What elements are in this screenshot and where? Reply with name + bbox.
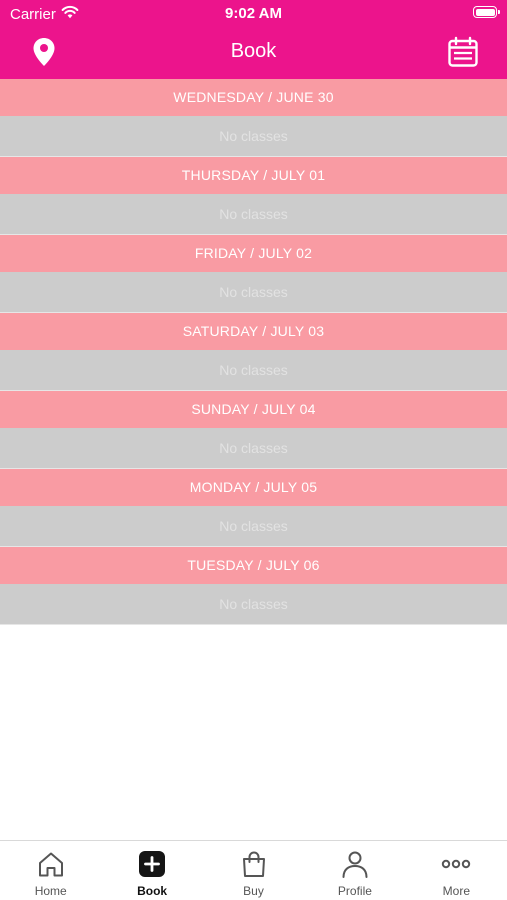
plus-square-icon: [137, 849, 167, 879]
shopping-bag-icon: [239, 849, 269, 879]
tab-label-home: Home: [34, 884, 67, 898]
day-header: FRIDAY / JULY 02: [0, 235, 507, 272]
tab-home[interactable]: Home: [0, 841, 101, 900]
tab-bar: Home Book Buy Profile More: [0, 840, 507, 900]
calendar-button[interactable]: [446, 36, 480, 73]
tab-more[interactable]: More: [406, 841, 507, 900]
day-header: TUESDAY / JULY 06: [0, 547, 507, 584]
calendar-icon: [447, 36, 479, 73]
day-header: MONDAY / JULY 05: [0, 469, 507, 506]
tab-book[interactable]: Book: [101, 841, 202, 900]
app-header: Carrier 9:02 AM Book: [0, 0, 507, 79]
day-header: THURSDAY / JULY 01: [0, 157, 507, 194]
day-header: WEDNESDAY / JUNE 30: [0, 79, 507, 116]
home-icon: [36, 849, 66, 879]
tab-profile[interactable]: Profile: [304, 841, 405, 900]
day-header: SATURDAY / JULY 03: [0, 313, 507, 350]
status-time: 9:02 AM: [225, 5, 282, 22]
no-classes-row: No classes: [0, 428, 507, 469]
nav-bar: Book: [0, 28, 507, 79]
no-classes-row: No classes: [0, 272, 507, 313]
user-icon: [340, 849, 370, 879]
tab-buy[interactable]: Buy: [203, 841, 304, 900]
tab-label-profile: Profile: [337, 884, 372, 898]
status-bar: Carrier 9:02 AM: [0, 0, 507, 28]
no-classes-row: No classes: [0, 584, 507, 625]
tab-label-book: Book: [137, 884, 168, 898]
day-header: SUNDAY / JULY 04: [0, 391, 507, 428]
no-classes-row: No classes: [0, 116, 507, 157]
tab-label-buy: Buy: [243, 884, 264, 898]
no-classes-row: No classes: [0, 506, 507, 547]
battery-icon: [473, 6, 500, 18]
no-classes-row: No classes: [0, 194, 507, 235]
page-title: Book: [230, 40, 277, 62]
no-classes-row: No classes: [0, 350, 507, 391]
book-screen: Carrier 9:02 AM Book WEDNESDAY / JUNE 30…: [0, 0, 507, 900]
tab-label-more: More: [442, 884, 470, 898]
day-list: WEDNESDAY / JUNE 30 No classes THURSDAY …: [0, 79, 507, 625]
more-dots-icon: [441, 849, 471, 879]
